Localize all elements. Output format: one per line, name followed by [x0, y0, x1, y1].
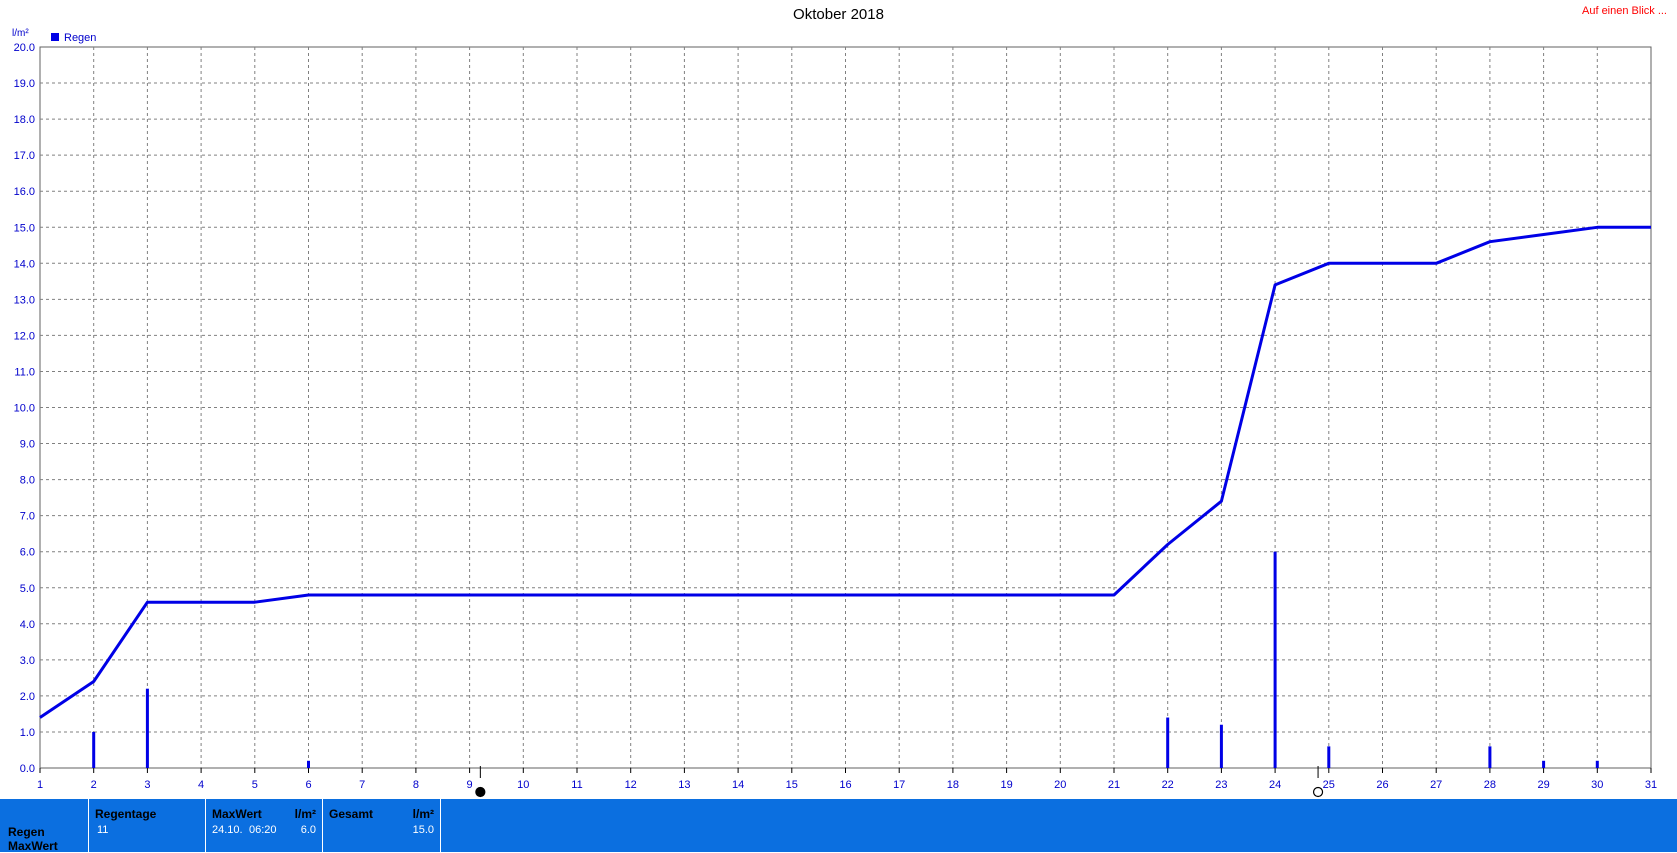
gesamt-unit: l/m² [412, 807, 434, 821]
summary-footer: Regen MaxWert Regentage 11 MaxWert l/m² … [0, 799, 1677, 853]
rain-bar [1488, 746, 1492, 768]
new-moon-icon [1312, 786, 1324, 798]
y-tick-label: 4.0 [20, 619, 35, 631]
x-tick-label: 11 [571, 779, 582, 791]
x-tick-label: 20 [1054, 779, 1066, 791]
gesamt-value: 15.0 [412, 824, 434, 836]
maxwert-column: MaxWert l/m² 24.10. 06:20 6.0 [205, 799, 322, 852]
x-tick-label: 7 [359, 779, 365, 791]
y-tick-label: 14.0 [14, 258, 35, 270]
y-tick-label: 20.0 [14, 42, 35, 54]
x-tick-label: 15 [786, 779, 798, 791]
x-tick-label: 14 [732, 779, 744, 791]
full-moon-icon [475, 786, 486, 798]
row-label-maxwert: MaxWert [8, 839, 58, 853]
x-tick-label: 4 [198, 779, 204, 791]
regentage-value: 11 [97, 824, 109, 836]
x-tick-label: 30 [1591, 779, 1603, 791]
x-tick-label: 2 [91, 779, 97, 791]
x-tick-label: 27 [1430, 779, 1442, 791]
x-tick-label: 1 [37, 779, 43, 791]
rain-bar [1219, 724, 1223, 768]
rain-bar [1542, 760, 1546, 768]
x-tick-label: 28 [1484, 779, 1496, 791]
x-tick-label: 25 [1323, 779, 1335, 791]
regentage-column: Regentage 11 [88, 799, 205, 852]
rain-bar [307, 760, 310, 768]
maxwert-unit: l/m² [294, 807, 316, 821]
y-tick-label: 17.0 [14, 150, 35, 162]
maxwert-time: 06:20 [249, 824, 277, 836]
footer-divider [440, 799, 441, 852]
x-tick-label: 26 [1376, 779, 1388, 791]
y-tick-label: 10.0 [14, 403, 35, 415]
y-tick-label: 7.0 [20, 511, 35, 523]
rain-chart: 0.01.02.03.04.05.06.07.08.09.010.011.012… [12, 28, 1657, 798]
x-tick-label: 31 [1645, 779, 1657, 791]
y-tick-label: 13.0 [14, 294, 35, 306]
rain-bar [92, 731, 96, 768]
rain-bar [1273, 551, 1277, 768]
rain-bar [1327, 746, 1331, 768]
x-tick-label: 21 [1108, 779, 1120, 791]
x-tick-label: 29 [1537, 779, 1549, 791]
y-tick-label: 19.0 [14, 78, 35, 90]
y-tick-label: 6.0 [20, 547, 35, 559]
x-tick-label: 12 [625, 779, 637, 791]
y-tick-label: 18.0 [14, 114, 35, 126]
y-tick-label: 16.0 [14, 186, 35, 198]
maxwert-date: 24.10. [212, 824, 243, 836]
x-tick-label: 10 [517, 779, 529, 791]
y-unit-label: l/m² [12, 28, 29, 39]
row-label-regen: Regen [8, 825, 45, 839]
y-tick-label: 1.0 [20, 727, 35, 739]
y-tick-label: 2.0 [20, 691, 35, 703]
x-tick-label: 18 [947, 779, 959, 791]
maxwert-value: 6.0 [300, 824, 316, 836]
rain-bar [1595, 760, 1599, 768]
maxwert-header: MaxWert [212, 807, 262, 821]
x-tick-label: 19 [1000, 779, 1012, 791]
x-tick-label: 5 [252, 779, 258, 791]
y-tick-label: 15.0 [14, 222, 35, 234]
regentage-header: Regentage [95, 807, 157, 821]
y-tick-label: 3.0 [20, 655, 35, 667]
x-tick-label: 22 [1162, 779, 1174, 791]
y-tick-label: 11.0 [14, 366, 35, 378]
x-tick-label: 23 [1215, 779, 1227, 791]
x-tick-label: 9 [467, 779, 473, 791]
rain-bar [145, 688, 149, 768]
y-tick-label: 5.0 [20, 583, 35, 595]
x-tick-label: 8 [413, 779, 419, 791]
x-tick-label: 24 [1269, 779, 1281, 791]
y-tick-label: 8.0 [20, 475, 35, 487]
x-tick-label: 3 [144, 779, 150, 791]
x-tick-label: 16 [839, 779, 851, 791]
rain-bar [1166, 717, 1170, 768]
x-tick-label: 17 [893, 779, 905, 791]
gesamt-header: Gesamt [329, 807, 374, 821]
y-tick-label: 9.0 [20, 439, 35, 451]
x-tick-label: 6 [305, 779, 311, 791]
y-tick-label: 12.0 [14, 330, 35, 342]
gesamt-column: Gesamt l/m² 15.0 [322, 799, 440, 852]
legend-label: Regen [64, 32, 96, 44]
y-tick-label: 0.0 [20, 763, 35, 775]
legend-swatch [51, 33, 59, 41]
x-tick-label: 13 [678, 779, 690, 791]
